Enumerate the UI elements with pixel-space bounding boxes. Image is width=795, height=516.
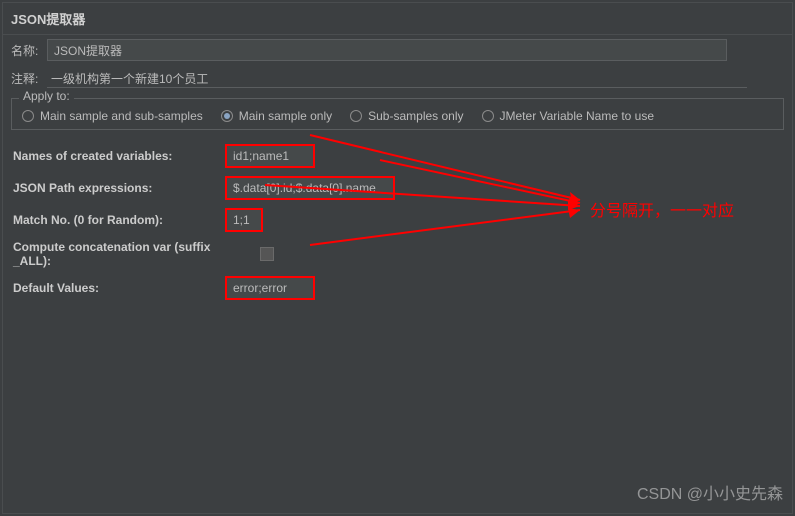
apply-to-group: Main sample and sub-samples Main sample … xyxy=(11,98,784,130)
comment-label: 注释: xyxy=(11,70,41,87)
radio-label: Sub-samples only xyxy=(368,109,463,123)
radio-label: Main sample only xyxy=(239,109,332,123)
radio-icon xyxy=(350,110,362,122)
radio-icon xyxy=(22,110,34,122)
match-no-input[interactable] xyxy=(225,208,263,232)
apply-to-legend: Apply to: xyxy=(19,89,74,103)
panel-title: JSON提取器 xyxy=(3,3,792,35)
concat-label: Compute concatenation var (suffix _ALL): xyxy=(13,240,248,268)
radio-label: Main sample and sub-samples xyxy=(40,109,203,123)
comment-input[interactable] xyxy=(47,69,747,88)
name-label: 名称: xyxy=(11,42,41,59)
watermark: CSDN @小小史先森 xyxy=(637,480,783,504)
json-path-label: JSON Path expressions: xyxy=(13,181,213,195)
annotation-text: 分号隔开，一一对应 xyxy=(590,197,734,221)
default-values-label: Default Values: xyxy=(13,281,213,295)
radio-main-only[interactable]: Main sample only xyxy=(221,109,332,123)
match-no-label: Match No. (0 for Random): xyxy=(13,213,213,227)
radio-icon xyxy=(482,110,494,122)
radio-label: JMeter Variable Name to use xyxy=(500,109,655,123)
concat-checkbox[interactable] xyxy=(260,247,274,261)
default-values-input[interactable] xyxy=(225,276,315,300)
radio-sub-only[interactable]: Sub-samples only xyxy=(350,109,463,123)
names-input[interactable] xyxy=(225,144,315,168)
names-label: Names of created variables: xyxy=(13,149,213,163)
radio-main-and-sub[interactable]: Main sample and sub-samples xyxy=(22,109,203,123)
json-path-input[interactable] xyxy=(225,176,395,200)
radio-jmeter-var[interactable]: JMeter Variable Name to use xyxy=(482,109,655,123)
radio-icon xyxy=(221,110,233,122)
name-input[interactable] xyxy=(47,39,727,61)
